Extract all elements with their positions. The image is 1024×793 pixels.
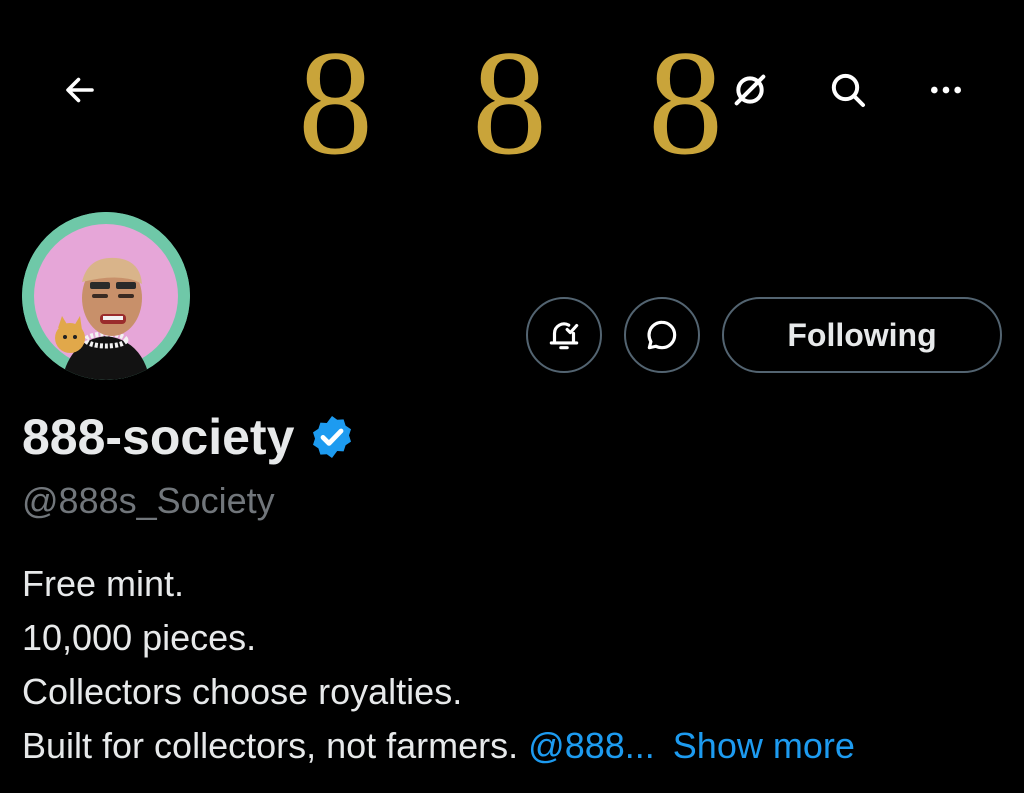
back-button[interactable] xyxy=(48,58,112,122)
arrow-left-icon xyxy=(66,77,94,103)
bio-line-4-text: Built for collectors, not farmers. xyxy=(22,725,529,766)
display-name-row: 888-society xyxy=(22,405,356,469)
profile-avatar[interactable] xyxy=(22,212,190,380)
following-button[interactable]: Following xyxy=(722,297,1002,373)
chat-bubble-icon xyxy=(647,320,677,350)
avatar-image xyxy=(22,212,190,380)
bio-mention-link[interactable]: @888... xyxy=(528,725,655,766)
display-name: 888-society xyxy=(22,409,295,465)
show-more-link[interactable]: Show more xyxy=(673,725,855,766)
grok-button[interactable] xyxy=(718,58,782,122)
search-button[interactable] xyxy=(816,58,880,122)
search-icon xyxy=(831,73,865,107)
banner-digit-2: 8 xyxy=(472,20,547,186)
slashed-circle-icon xyxy=(734,74,766,106)
bio-line-4: Built for collectors, not farmers. @888.… xyxy=(22,724,855,768)
profile-handle: @888s_Society xyxy=(22,480,275,521)
message-button[interactable] xyxy=(624,297,700,373)
bio-line-1: Free mint. xyxy=(22,563,185,604)
banner-digit-3: 8 xyxy=(648,20,723,186)
bio-line-3: Collectors choose royalties. xyxy=(22,671,463,712)
more-button[interactable] xyxy=(914,58,978,122)
verified-badge-icon[interactable] xyxy=(308,413,356,461)
notifications-button[interactable] xyxy=(526,297,602,373)
bio-line-2: 10,000 pieces. xyxy=(22,617,257,658)
bell-check-icon xyxy=(549,322,579,350)
more-horizontal-icon xyxy=(931,86,961,94)
banner-digit-1: 8 xyxy=(298,20,373,186)
